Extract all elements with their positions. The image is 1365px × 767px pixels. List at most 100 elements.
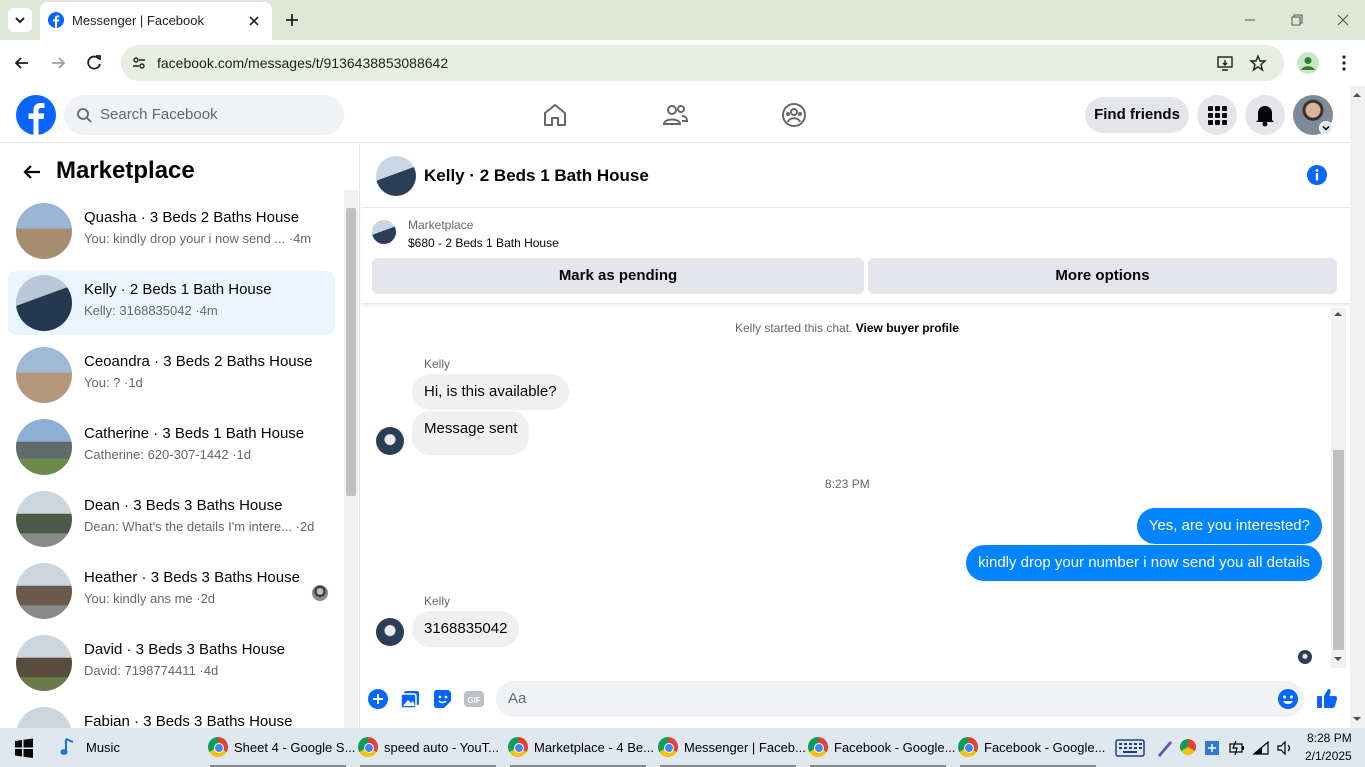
- conversation-avatar: [16, 491, 72, 547]
- conversation-snippet: You: kindly ans me ·2d: [84, 591, 216, 606]
- reload-icon[interactable]: [84, 53, 104, 73]
- friends-icon[interactable]: [661, 101, 689, 129]
- browser-menu-icon[interactable]: [1334, 53, 1354, 73]
- notifications-button[interactable]: [1245, 95, 1285, 135]
- like-thumb-icon[interactable]: [1315, 686, 1339, 710]
- volume-icon[interactable]: [1276, 740, 1294, 756]
- scroll-down-icon[interactable]: [1333, 654, 1343, 664]
- page-scroll-up-icon[interactable]: [1352, 90, 1362, 100]
- restore-window-icon[interactable]: [1289, 12, 1305, 28]
- conversation-item[interactable]: Quasha · 3 Beds 2 Baths House You: kindly…: [8, 199, 335, 263]
- battery-icon[interactable]: [1228, 740, 1246, 756]
- facebook-logo-icon[interactable]: [16, 95, 56, 135]
- wifi-icon[interactable]: [1252, 740, 1270, 756]
- taskbar-app-button[interactable]: speed auto - YouT...: [356, 728, 500, 767]
- close-tab-icon[interactable]: [246, 13, 262, 29]
- listing-thumbnail[interactable]: [372, 220, 396, 244]
- conversation-item[interactable]: Kelly · 2 Beds 1 Bath House Kelly: 316883…: [8, 271, 335, 335]
- taskbar-app-button[interactable]: Marketplace - 4 Be...: [506, 728, 654, 767]
- conversation-snippet: Catherine: 620-307-1442 ·1d: [84, 447, 251, 462]
- message-input[interactable]: Aa: [496, 681, 1304, 717]
- sidebar-scrollbar-thumb[interactable]: [346, 208, 356, 496]
- photo-icon[interactable]: [399, 688, 421, 710]
- network-tray-icon[interactable]: [1203, 739, 1221, 757]
- taskbar-app-button[interactable]: Facebook - Google...: [806, 728, 955, 767]
- address-bar[interactable]: facebook.com/messages/t/9136438853088642: [121, 45, 1284, 81]
- conversation-avatar: [16, 635, 72, 691]
- message-bubble-outgoing[interactable]: Yes, are you interested?: [1136, 508, 1322, 544]
- pen-icon[interactable]: [1155, 738, 1175, 758]
- sticker-icon[interactable]: [431, 688, 453, 710]
- page-scrollbar[interactable]: [1350, 86, 1365, 728]
- forward-icon[interactable]: [48, 53, 68, 73]
- account-chevron-icon[interactable]: [1319, 121, 1333, 135]
- page-scroll-down-icon[interactable]: [1352, 714, 1362, 724]
- sender-avatar[interactable]: [376, 618, 404, 646]
- taskbar-app-button[interactable]: Music: [58, 728, 178, 767]
- conversation-item[interactable]: Catherine · 3 Beds 1 Bath House Catherine…: [8, 415, 335, 479]
- taskbar-app-button[interactable]: Facebook - Google...: [956, 728, 1105, 767]
- chrome-tray-icon[interactable]: [1180, 739, 1196, 755]
- chat-avatar[interactable]: [376, 156, 416, 196]
- info-icon[interactable]: [1306, 164, 1328, 186]
- conversation-avatar: [16, 419, 72, 475]
- profile-icon[interactable]: [1297, 52, 1319, 74]
- conversation-item[interactable]: Heather · 3 Beds 3 Baths House You: kindl…: [8, 559, 335, 623]
- conversation-item[interactable]: David · 3 Beds 3 Baths House David: 71987…: [8, 631, 335, 695]
- site-info-icon[interactable]: [131, 55, 147, 71]
- add-attachment-icon[interactable]: [367, 688, 389, 710]
- message-bubble-incoming[interactable]: Message sent: [412, 411, 530, 455]
- back-arrow-icon[interactable]: [20, 160, 44, 184]
- taskbar-app-label: Sheet 4 - Google S...: [234, 740, 356, 755]
- menu-grid-button[interactable]: [1197, 95, 1237, 135]
- groups-icon[interactable]: [780, 101, 808, 129]
- conversation-item[interactable]: Dean · 3 Beds 3 Baths House Dean: What's …: [8, 487, 335, 551]
- tab-list-dropdown-icon[interactable]: [8, 8, 32, 32]
- taskbar-app-label: Messenger | Faceb...: [684, 740, 806, 755]
- music-note-icon: [60, 737, 76, 757]
- chrome-icon: [958, 737, 978, 757]
- close-window-icon[interactable]: [1335, 12, 1351, 28]
- chrome-icon: [508, 737, 528, 757]
- listing-title[interactable]: $680 - 2 Beds 1 Bath House: [408, 236, 559, 250]
- conversation-avatar: [16, 203, 72, 259]
- browser-tab-messenger[interactable]: Messenger | Facebook: [40, 2, 272, 40]
- sidebar-title: Marketplace: [56, 157, 195, 184]
- find-friends-button[interactable]: Find friends: [1085, 97, 1189, 133]
- clock-time[interactable]: 8:28 PM: [1307, 731, 1352, 745]
- minimize-window-icon[interactable]: [1242, 12, 1258, 28]
- mark-as-pending-button[interactable]: Mark as pending: [372, 258, 864, 294]
- message-bubble-outgoing[interactable]: kindly drop your number i now send you a…: [966, 545, 1322, 581]
- taskbar-app-button[interactable]: Sheet 4 - Google S...: [206, 728, 355, 767]
- sender-avatar[interactable]: [376, 427, 404, 455]
- chrome-icon: [808, 737, 828, 757]
- conversation-item[interactable]: Ceoandra · 3 Beds 2 Baths House You: ? ·1…: [8, 343, 335, 407]
- clock-date[interactable]: 2/1/2025: [1305, 749, 1352, 763]
- install-app-icon[interactable]: [1216, 54, 1234, 72]
- view-buyer-profile-link[interactable]: View buyer profile: [856, 321, 959, 335]
- conversation-item[interactable]: Fabian · 3 Beds 3 Baths House: [8, 703, 335, 728]
- taskbar-app-button[interactable]: Messenger | Faceb...: [656, 728, 806, 767]
- marketplace-label: Marketplace: [408, 218, 474, 232]
- touch-keyboard-icon[interactable]: [1115, 738, 1145, 758]
- conversation-name: Kelly · 2 Beds 1 Bath House: [84, 281, 272, 298]
- message-bubble-incoming[interactable]: 3168835042: [412, 611, 520, 647]
- url-text: facebook.com/messages/t/9136438853088642: [157, 55, 449, 71]
- home-icon[interactable]: [541, 101, 569, 129]
- back-icon[interactable]: [12, 53, 32, 73]
- gif-icon[interactable]: GIF: [463, 688, 485, 710]
- chat-scrollbar-thumb[interactable]: [1333, 450, 1344, 650]
- windows-start-icon[interactable]: [14, 738, 34, 758]
- message-bubble-incoming[interactable]: Hi, is this available?: [412, 374, 569, 410]
- new-tab-icon[interactable]: [283, 11, 301, 29]
- facebook-search-input[interactable]: Search Facebook: [64, 95, 344, 135]
- taskbar-app-label: Facebook - Google...: [834, 740, 956, 755]
- more-options-button[interactable]: More options: [868, 258, 1337, 294]
- emoji-icon[interactable]: [1277, 688, 1299, 710]
- chat-started-note: Kelly started this chat. View buyer prof…: [735, 321, 959, 335]
- chat-title[interactable]: Kelly · 2 Beds 1 Bath House: [424, 166, 649, 186]
- scroll-up-icon[interactable]: [1333, 309, 1343, 319]
- bookmark-star-icon[interactable]: [1249, 54, 1267, 72]
- conversation-snippet: David: 7198774411 ·4d: [84, 663, 219, 678]
- conversation-snippet: You: ? ·1d: [84, 375, 143, 390]
